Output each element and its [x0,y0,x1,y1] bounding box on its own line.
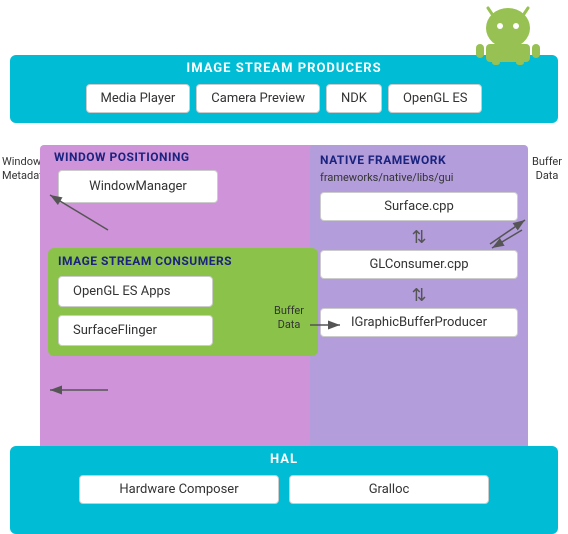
native-path: frameworks/native/libs/gui [320,171,518,184]
arrow-down-1: ⇅ [320,227,518,248]
native-box-glconsumer: GLConsumer.cpp [320,250,518,279]
image-stream-producers: IMAGE STREAM PRODUCERS Media Player Came… [10,55,558,123]
arrow-down-2: ⇅ [320,285,518,306]
producer-item-opengl-es: OpenGL ES [388,84,483,113]
hal-item-gralloc: Gralloc [289,475,489,504]
window-positioning-title: WINDOW POSITIONING [50,150,315,164]
producer-item-ndk: NDK [326,84,382,113]
hal-row: Hardware Composer Gralloc [20,475,548,504]
hal-section: HAL Hardware Composer Gralloc [10,446,558,534]
producers-row: Media Player Camera Preview NDK OpenGL E… [20,84,548,113]
consumer-item-surface-flinger: SurfaceFlinger [58,315,213,346]
native-framework-section: NATIVE FRAMEWORK frameworks/native/libs/… [310,145,528,452]
hal-item-hardware-composer: Hardware Composer [79,475,279,504]
android-robot [468,0,548,65]
native-framework-title: NATIVE FRAMEWORK [320,153,518,167]
main-container: IMAGE STREAM PRODUCERS Media Player Came… [0,0,568,534]
producer-item-media-player: Media Player [86,84,191,113]
consumer-item-opengl-es-apps: OpenGL ES Apps [58,276,213,307]
window-manager-box: WindowManager [58,170,218,203]
hal-title: HAL [20,452,548,467]
window-positioning-section: WINDOW POSITIONING WindowManager [50,150,315,203]
consumers-title: IMAGE STREAM CONSUMERS [58,254,308,268]
native-box-surface-cpp: Surface.cpp [320,192,518,221]
native-box-igraphicbuffer: IGraphicBufferProducer [320,308,518,337]
window-metadata-label: WindowMetadata [2,155,40,184]
producer-item-camera-preview: Camera Preview [196,84,320,113]
buffer-data-small-label: BufferData [268,300,310,337]
buffer-data-label-right: BufferData [528,155,566,184]
